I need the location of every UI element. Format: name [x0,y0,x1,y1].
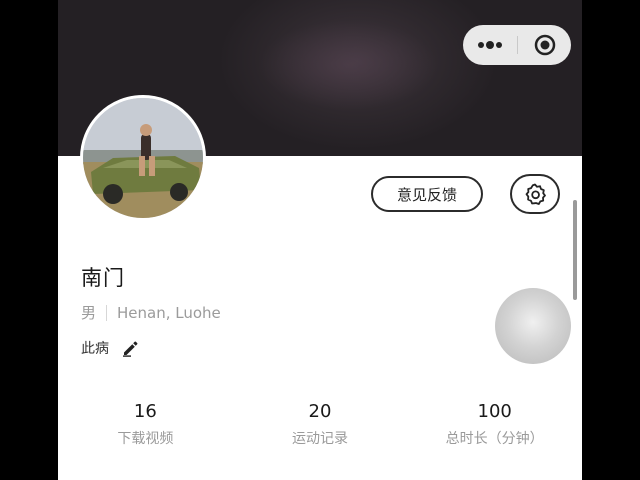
gear-icon [525,183,546,205]
bio-text: 此病 [81,341,109,357]
gender-text: 男 [81,304,97,322]
floating-action-ball[interactable] [495,288,571,364]
profile-meta: 男 Henan, Luohe [81,302,221,323]
pencil-icon [123,341,138,357]
stat-label: 总时长（分钟） [445,431,544,447]
stat-label: 下载视频 [117,431,174,447]
stats-row: 16 下载视频 20 运动记录 100 总时长（分钟） [58,400,582,448]
bio-row: 此病 [81,338,139,358]
mini-program-capsule [463,25,571,65]
scrollbar[interactable] [573,200,577,300]
feedback-button[interactable]: 意见反馈 [371,176,483,212]
mini-program-page: 意见反馈 南门 男 Henan, Luohe 此病 16 下载视频 20 运动记… [58,0,582,480]
avatar[interactable] [80,95,206,221]
settings-button[interactable] [510,174,560,214]
stat-downloaded-videos[interactable]: 16 下载视频 [58,400,233,448]
stat-total-duration[interactable]: 100 总时长（分钟） [407,400,582,448]
close-mini-program-button[interactable] [518,25,571,65]
avatar-photo [83,98,203,218]
location-text: Henan, Luohe [117,303,221,322]
stat-value: 20 [308,401,332,422]
username: 南门 [81,266,125,290]
stat-value: 100 [477,401,512,422]
more-dots-icon [478,41,502,49]
stat-value: 16 [133,401,157,422]
target-close-icon [534,34,555,56]
stat-exercise-records[interactable]: 20 运动记录 [233,400,408,448]
meta-divider [106,304,108,321]
more-menu-button[interactable] [463,25,517,65]
edit-bio-button[interactable] [121,339,139,357]
stat-label: 运动记录 [292,431,348,447]
